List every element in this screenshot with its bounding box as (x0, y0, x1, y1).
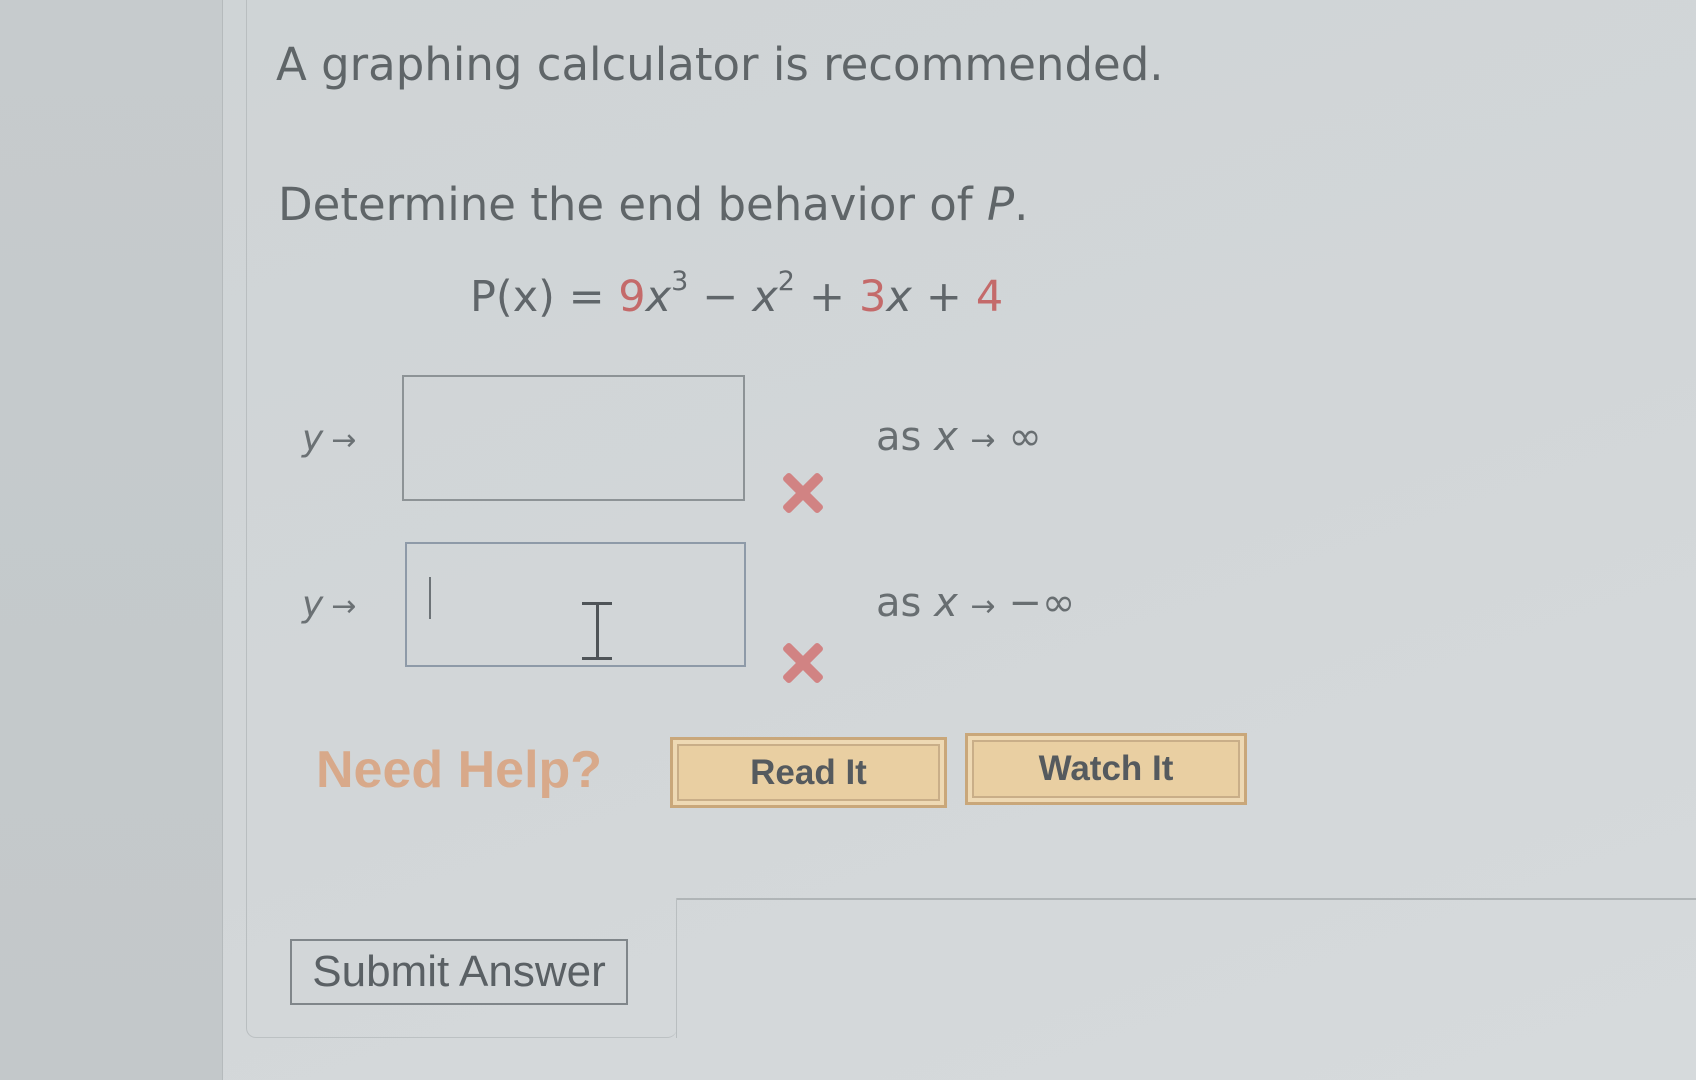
question-card (246, 0, 677, 1038)
condition-prefix: as (876, 580, 935, 626)
op3: + (925, 272, 962, 322)
answer-input-x-to-infinity[interactable] (402, 375, 745, 501)
answer-input-x-to-neg-infinity[interactable] (405, 542, 746, 667)
right-arrow-icon: → (331, 589, 357, 624)
read-it-button[interactable]: Read It (670, 737, 947, 808)
condition-var: x (934, 414, 958, 460)
y-var: y (302, 418, 324, 459)
y-var: y (302, 584, 324, 625)
incorrect-x-icon (780, 470, 824, 514)
y-label-2: y → (302, 584, 356, 625)
text-caret (429, 577, 431, 619)
page-background-left (0, 0, 222, 1080)
section-divider (676, 898, 1696, 900)
ibeam-cursor-icon (582, 602, 612, 660)
coef-term3: 3 (859, 272, 887, 322)
question-prompt: Determine the end behavior of P. (278, 178, 1028, 231)
condition-prefix: as (876, 414, 935, 460)
calculator-notice: A graphing calculator is recommended. (276, 38, 1164, 91)
const-term4: 4 (975, 272, 1004, 322)
var-term3: x (886, 272, 912, 322)
var-term1: x (645, 272, 672, 322)
condition-var: x (934, 580, 958, 626)
right-arrow-icon: → (970, 589, 996, 624)
polynomial-equation: P(x) = 9x3− x2 +3x +4 (470, 266, 1004, 322)
op2: + (808, 272, 845, 322)
right-arrow-icon: → (970, 423, 996, 458)
condition-x-to-neg-infinity: as x → −∞ (876, 580, 1075, 626)
var-term2: x (752, 272, 778, 322)
condition-x-to-infinity: as x → ∞ (876, 414, 1042, 460)
prompt-suffix: . (1014, 178, 1029, 231)
exp-term1: 3 (671, 266, 689, 297)
incorrect-x-icon (780, 640, 824, 684)
op1: − (702, 272, 739, 322)
exp-term2: 2 (777, 266, 795, 297)
infinity-symbol: ∞ (1008, 414, 1042, 460)
submit-answer-button[interactable]: Submit Answer (290, 939, 628, 1005)
section-divider-vertical (676, 898, 677, 1038)
y-label-1: y → (302, 418, 356, 459)
coef-term1: 9 (618, 272, 646, 322)
need-help-label: Need Help? (316, 741, 603, 799)
watch-it-button[interactable]: Watch It (965, 733, 1247, 805)
right-arrow-icon: → (331, 423, 357, 458)
neg-infinity-symbol: −∞ (1008, 580, 1076, 626)
prompt-prefix: Determine the end behavior of (278, 178, 987, 231)
prompt-variable: P (986, 178, 1015, 231)
equation-lhs: P(x) = (470, 272, 619, 322)
